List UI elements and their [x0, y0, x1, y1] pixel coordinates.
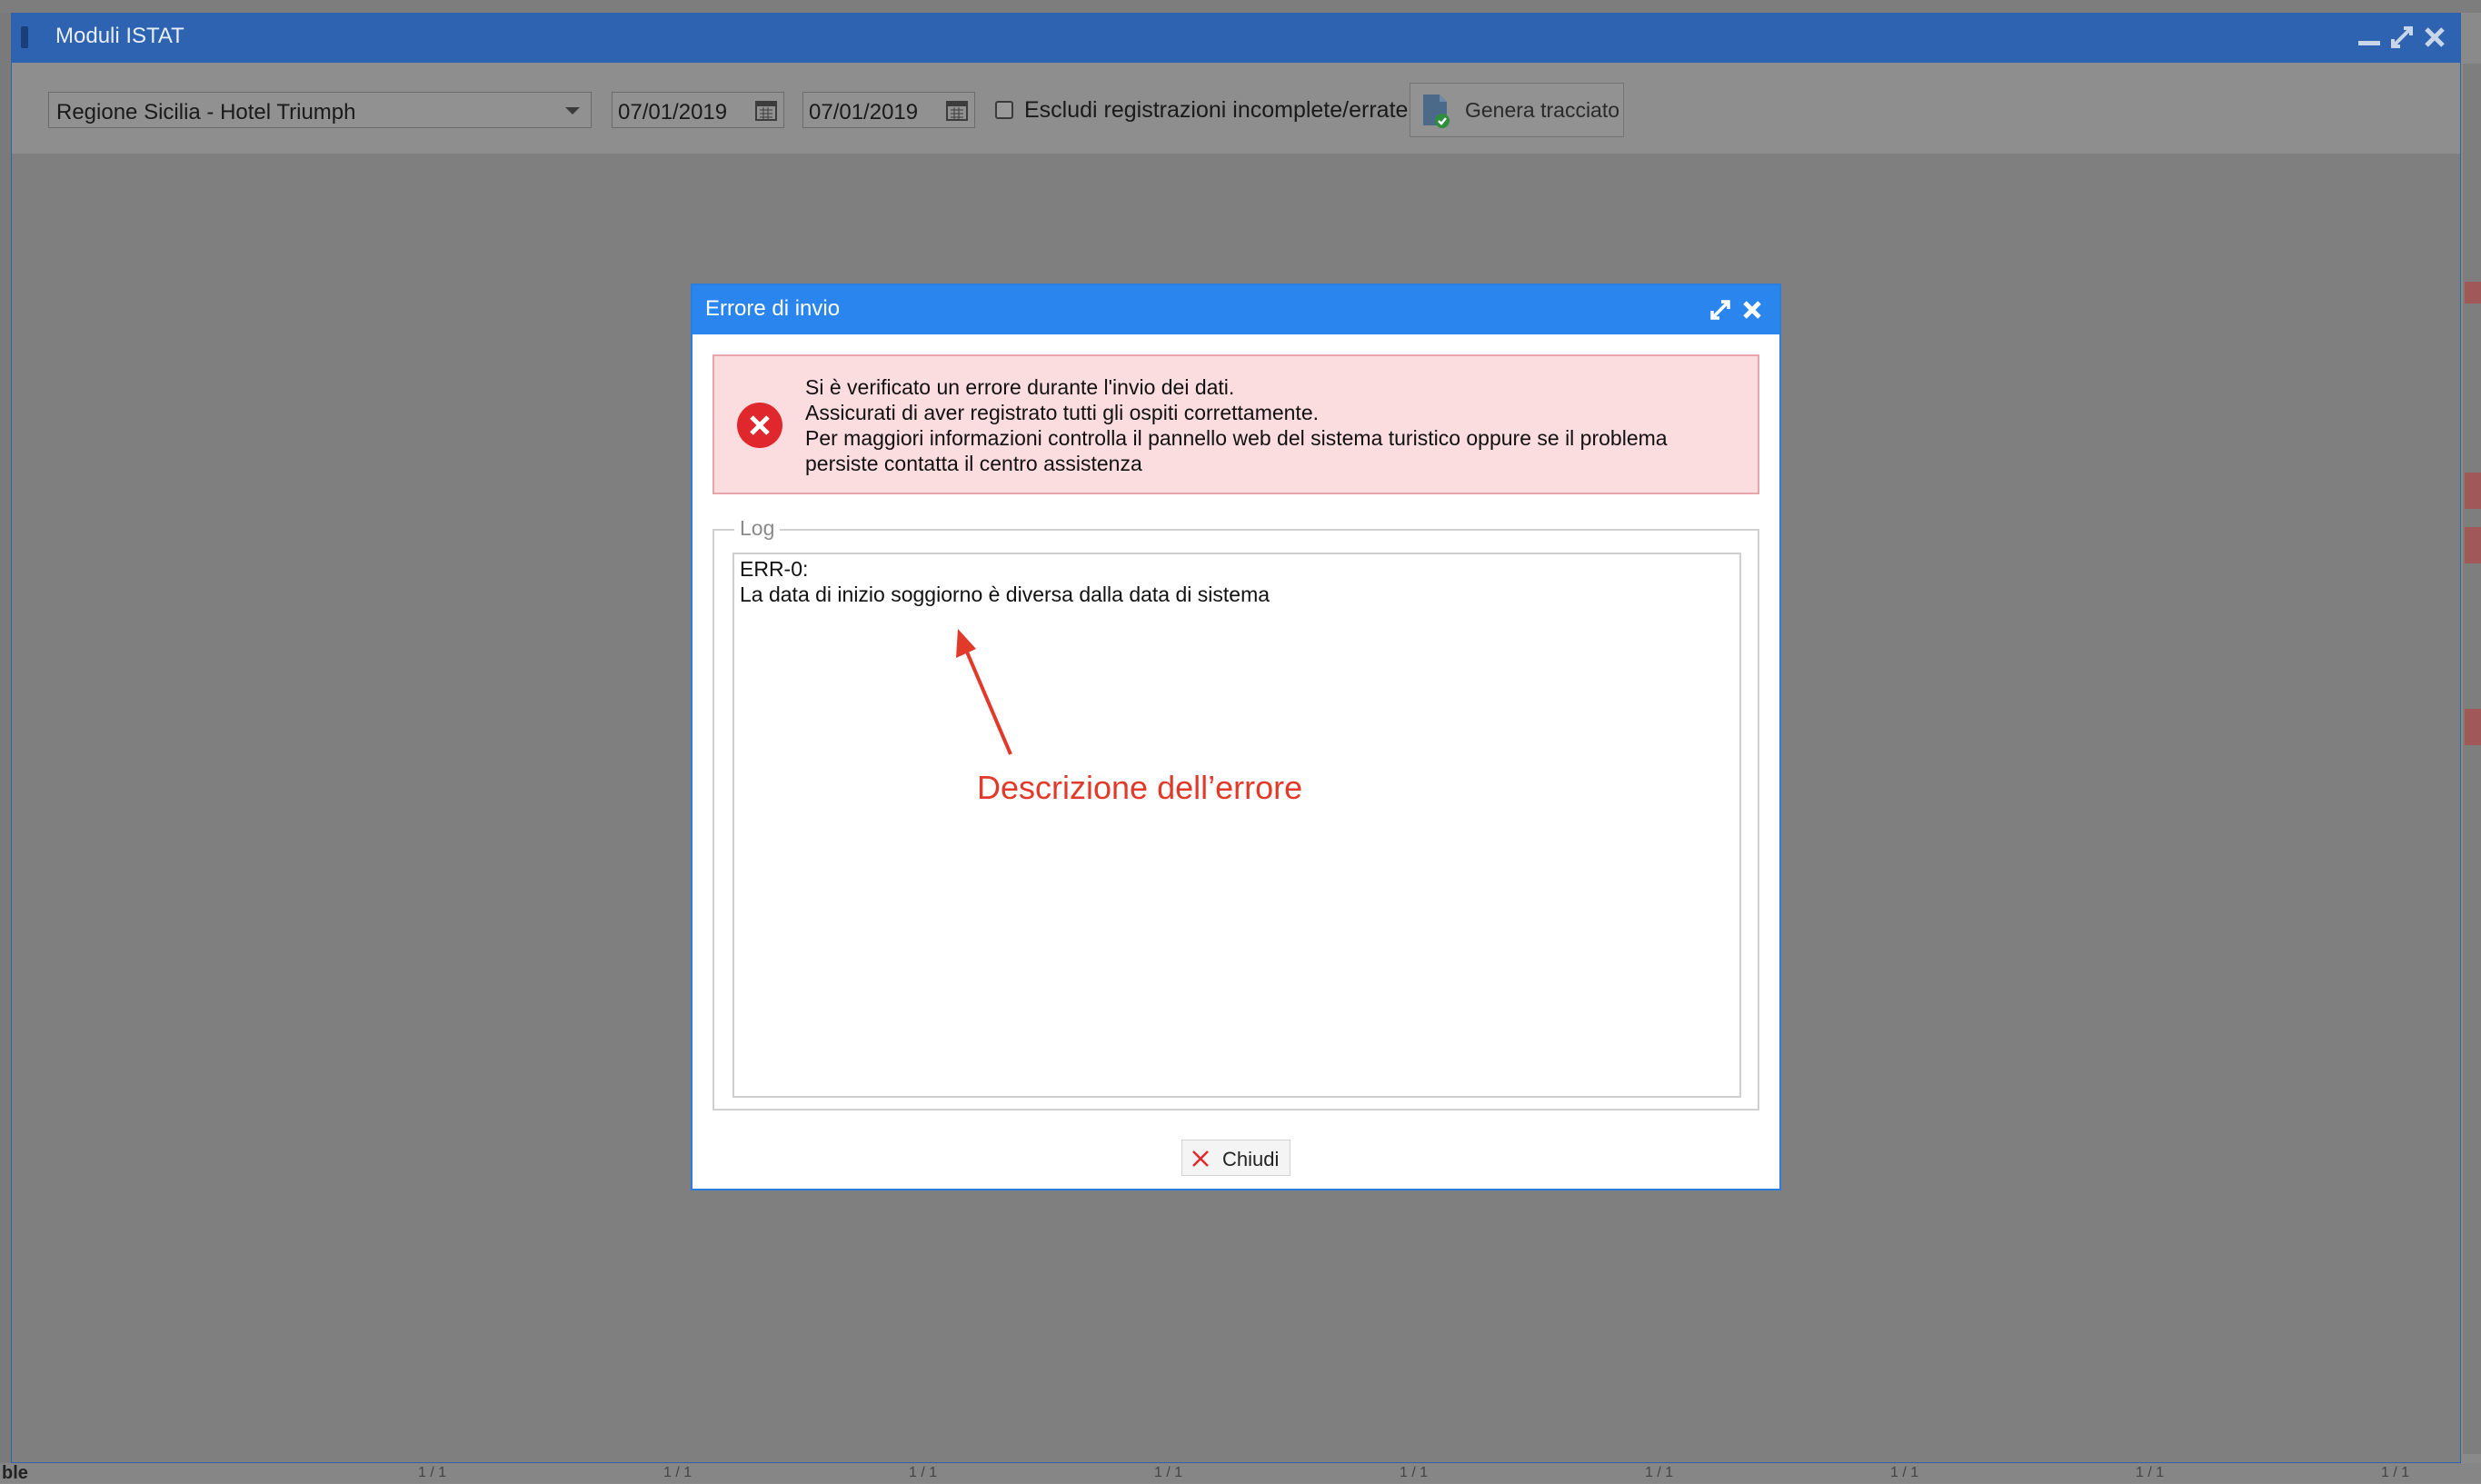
- error-message-line: persiste contatta il centro assistenza: [805, 452, 1142, 475]
- exclude-incomplete-checkbox[interactable]: [995, 101, 1013, 119]
- background-top-bar: [0, 0, 2481, 13]
- log-textarea[interactable]: ERR-0: La data di inizio soggiorno è div…: [732, 553, 1741, 1098]
- background-pager-label: 1 / 1: [1400, 1465, 1429, 1480]
- maximize-icon[interactable]: [2387, 23, 2416, 52]
- background-red-marker: [2465, 709, 2481, 745]
- log-legend: Log: [734, 516, 781, 541]
- background-pager-label: 1 / 1: [1645, 1465, 1674, 1480]
- error-message-line: Si è verificato un errore durante l'invi…: [805, 375, 1235, 399]
- generate-trace-label: Genera tracciato: [1465, 98, 1620, 122]
- background-pager-label: 1 / 1: [2381, 1465, 2410, 1480]
- structure-select[interactable]: Regione Sicilia - Hotel Triumph: [48, 92, 592, 128]
- background-pager-label: 1 / 1: [1154, 1465, 1183, 1480]
- dialog-titlebar: Errore di invio: [692, 285, 1779, 334]
- log-line: La data di inizio soggiorno è diversa da…: [740, 583, 1270, 606]
- date-from-field[interactable]: 07/01/2019: [612, 92, 784, 128]
- app-icon: [21, 26, 28, 48]
- background-red-marker: [2465, 473, 2481, 509]
- close-icon[interactable]: [1739, 297, 1765, 323]
- log-fieldset: Log ERR-0: La data di inizio soggiorno è…: [712, 516, 1759, 1111]
- error-circle-icon: [737, 403, 782, 448]
- window-title: Moduli ISTAT: [55, 24, 184, 48]
- background-right-strip: [2463, 64, 2481, 1454]
- date-from-value: 07/01/2019: [618, 100, 728, 124]
- date-to-field[interactable]: 07/01/2019: [802, 92, 975, 128]
- annotation-label: Descrizione dell’errore: [977, 769, 1303, 806]
- background-pager-label: 1 / 1: [663, 1465, 692, 1480]
- background-bottom-label: ble: [2, 1463, 28, 1483]
- close-icon: [1192, 1150, 1209, 1167]
- background-pager-label: 1 / 1: [909, 1465, 938, 1480]
- background-red-marker: [2465, 527, 2481, 563]
- close-dialog-button[interactable]: Chiudi: [1181, 1140, 1290, 1176]
- structure-select-value: Regione Sicilia - Hotel Triumph: [56, 100, 356, 124]
- log-line: ERR-0:: [740, 557, 809, 581]
- background-left-strip: [0, 13, 11, 1463]
- window-titlebar: Moduli ISTAT: [12, 14, 2460, 63]
- annotation-arrow-icon: [956, 629, 1012, 755]
- expand-icon[interactable]: [1707, 296, 1734, 324]
- error-alert: Si è verificato un errore durante l'invi…: [712, 354, 1759, 494]
- background-pager-label: 1 / 1: [418, 1465, 447, 1480]
- chevron-down-icon: [565, 107, 580, 115]
- date-to-value: 07/01/2019: [809, 100, 919, 124]
- error-message-line: Assicurati di aver registrato tutti gli …: [805, 401, 1320, 424]
- document-check-icon: [1423, 95, 1450, 128]
- background-red-marker: [2465, 282, 2481, 304]
- dialog-title: Errore di invio: [705, 296, 841, 321]
- background-pager-label: 1 / 1: [1890, 1465, 1919, 1480]
- background-pager-label: 1 / 1: [2136, 1465, 2165, 1480]
- close-dialog-label: Chiudi: [1222, 1148, 1280, 1170]
- exclude-incomplete-label: Escludi registrazioni incomplete/errate: [1024, 97, 1409, 123]
- error-message-line: Per maggiori informazioni controlla il p…: [805, 426, 1668, 450]
- send-error-dialog: Errore di invio Si è verificato un error…: [691, 284, 1781, 1190]
- close-icon[interactable]: [2420, 23, 2449, 52]
- calendar-icon[interactable]: [945, 98, 969, 122]
- minimize-icon[interactable]: [2355, 23, 2384, 52]
- generate-trace-button[interactable]: Genera tracciato: [1410, 83, 1624, 137]
- calendar-icon[interactable]: [754, 98, 778, 122]
- error-message: Si è verificato un errore durante l'invi…: [805, 374, 1668, 476]
- background-bottom-bar: [0, 1463, 2481, 1483]
